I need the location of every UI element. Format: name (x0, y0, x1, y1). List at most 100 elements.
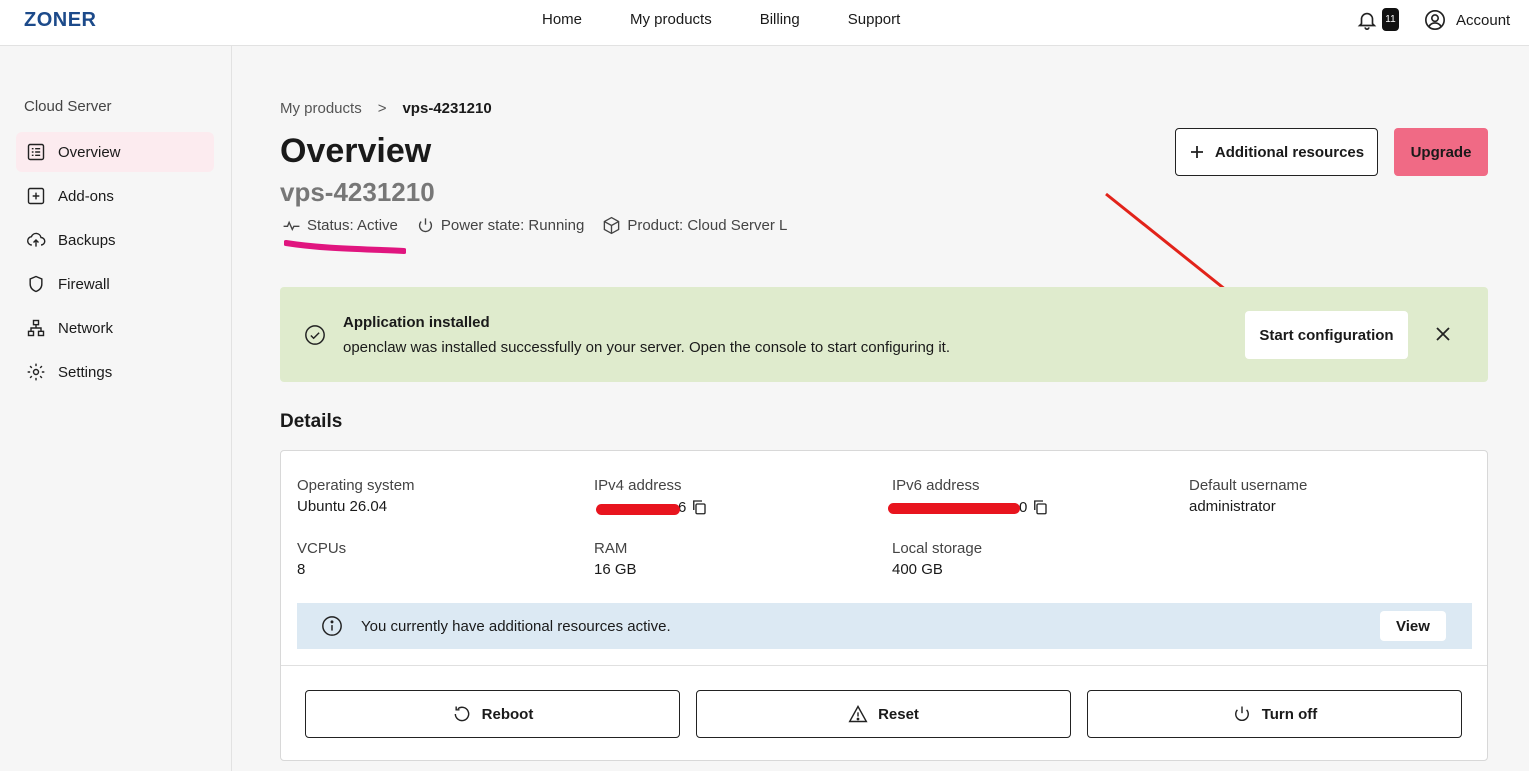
sidebar-item-backups[interactable]: Backups (16, 220, 214, 260)
os-value: Ubuntu 26.04 (297, 498, 388, 515)
breadcrumb-current: vps-4231210 (402, 100, 492, 117)
application-installed-alert: Application installed openclaw was insta… (280, 287, 1488, 382)
sidebar-menu: Overview Add-ons Backups Firewall Networ… (16, 132, 214, 396)
alert-title: Application installed (343, 314, 490, 331)
power-state: Power state: Running (416, 216, 584, 235)
power-icon (1234, 706, 1249, 722)
user-circle-icon (1425, 10, 1445, 30)
username-label: Default username (1189, 477, 1308, 494)
ipv4-field: IPv4 address 6 (594, 477, 708, 516)
rotate-icon (454, 706, 470, 722)
info-text: You currently have additional resources … (361, 618, 671, 635)
vcpu-label: VCPUs (297, 540, 347, 557)
ipv6-field: IPv6 address 0 (888, 477, 1049, 516)
breadcrumb-parent[interactable]: My products (280, 100, 362, 117)
ram-value: 16 GB (594, 561, 637, 578)
server-meta: Status: Active Power state: Running Prod… (282, 216, 787, 235)
sidebar-item-label: Add-ons (58, 187, 114, 205)
divider (281, 665, 1487, 666)
reboot-button[interactable]: Reboot (305, 690, 680, 738)
ipv4-redaction-mark (596, 504, 680, 515)
activity-icon (283, 220, 300, 232)
nav-my-products[interactable]: My products (630, 11, 712, 28)
turn-off-label: Turn off (1261, 705, 1318, 723)
close-icon[interactable] (1434, 325, 1452, 343)
os-label: Operating system (297, 477, 415, 494)
ram-field: RAM 16 GB (594, 540, 637, 578)
additional-resources-button[interactable]: Additional resources (1175, 128, 1378, 176)
view-button[interactable]: View (1380, 611, 1446, 641)
product-info: Product: Cloud Server L (602, 216, 787, 235)
account-label: Account (1456, 11, 1511, 29)
sidebar-item-network[interactable]: Network (16, 308, 214, 348)
sidebar-item-label: Settings (58, 363, 113, 381)
page-title: Overview (280, 132, 432, 170)
storage-label: Local storage (892, 540, 983, 557)
username-field: Default username administrator (1189, 477, 1307, 515)
additional-resources-label: Additional resources (1214, 143, 1365, 161)
status-text: Status: Active (307, 217, 398, 234)
box-icon (604, 216, 620, 235)
sidebar-item-firewall[interactable]: Firewall (16, 264, 214, 304)
server-name: vps-4231210 (280, 177, 435, 207)
additional-resources-info: You currently have additional resources … (297, 603, 1472, 649)
reboot-label: Reboot (481, 705, 534, 723)
reset-button[interactable]: Reset (696, 690, 1071, 738)
brand-logo[interactable]: ZONER (24, 9, 97, 32)
plus-square-icon (27, 187, 45, 205)
upgrade-button[interactable]: Upgrade (1394, 128, 1488, 176)
power-icon (418, 218, 432, 233)
details-card: Operating system Ubuntu 26.04 IPv4 addre… (280, 450, 1488, 761)
ram-label: RAM (594, 540, 628, 557)
vcpu-field: VCPUs 8 (297, 540, 346, 578)
sidebar-title: Cloud Server (24, 98, 112, 115)
plus-icon (1190, 146, 1203, 158)
top-navigation: ZONER Home My products Billing Support 1… (0, 0, 1529, 46)
product-text: Product: Cloud Server L (627, 217, 788, 234)
vcpu-value: 8 (297, 561, 306, 578)
os-field: Operating system Ubuntu 26.04 (297, 477, 415, 515)
ipv6-label: IPv6 address (892, 477, 980, 494)
sidebar-item-label: Network (58, 319, 114, 337)
start-configuration-button[interactable]: Start configuration (1245, 311, 1408, 359)
alert-message: openclaw was installed successfully on y… (343, 339, 950, 356)
cloud-upload-icon (27, 232, 46, 247)
account-menu[interactable]: Account (1424, 9, 1510, 31)
network-icon (27, 319, 45, 337)
ipv6-redaction-mark (888, 503, 1020, 514)
warning-icon (848, 705, 868, 723)
pink-underline-annotation (284, 240, 406, 254)
sidebar-item-label: Firewall (58, 275, 110, 293)
sidebar-item-settings[interactable]: Settings (16, 352, 214, 392)
ipv4-label: IPv4 address (594, 477, 682, 494)
username-value: administrator (1189, 498, 1276, 515)
storage-value: 400 GB (892, 561, 943, 578)
info-icon (322, 616, 342, 636)
sidebar-item-add-ons[interactable]: Add-ons (16, 176, 214, 216)
sidebar: Cloud Server Overview Add-ons Backups Fi… (0, 46, 232, 771)
check-circle-icon (305, 325, 325, 345)
power-state-text: Power state: Running (440, 217, 585, 234)
status-indicator: Status: Active (282, 216, 398, 235)
ipv6-visible-tail: 0 (1019, 498, 1028, 516)
reset-label: Reset (878, 705, 919, 723)
storage-field: Local storage 400 GB (892, 540, 982, 578)
main-nav: Home My products Billing Support (542, 11, 900, 28)
nav-home[interactable]: Home (542, 11, 582, 28)
copy-icon[interactable] (1031, 498, 1049, 516)
sidebar-item-overview[interactable]: Overview (16, 132, 214, 172)
notification-count-badge: 11 (1382, 8, 1399, 31)
nav-billing[interactable]: Billing (760, 11, 800, 28)
gear-icon (27, 363, 45, 381)
details-heading: Details (280, 411, 343, 432)
sidebar-item-label: Overview (58, 143, 121, 161)
nav-support[interactable]: Support (848, 11, 901, 28)
list-icon (27, 143, 45, 161)
breadcrumb: My products > vps-4231210 (280, 100, 492, 117)
bell-icon[interactable] (1356, 9, 1378, 31)
sidebar-item-label: Backups (58, 231, 116, 249)
copy-icon[interactable] (690, 498, 708, 516)
breadcrumb-separator: > (377, 100, 387, 117)
turn-off-button[interactable]: Turn off (1087, 690, 1462, 738)
shield-icon (29, 275, 43, 293)
